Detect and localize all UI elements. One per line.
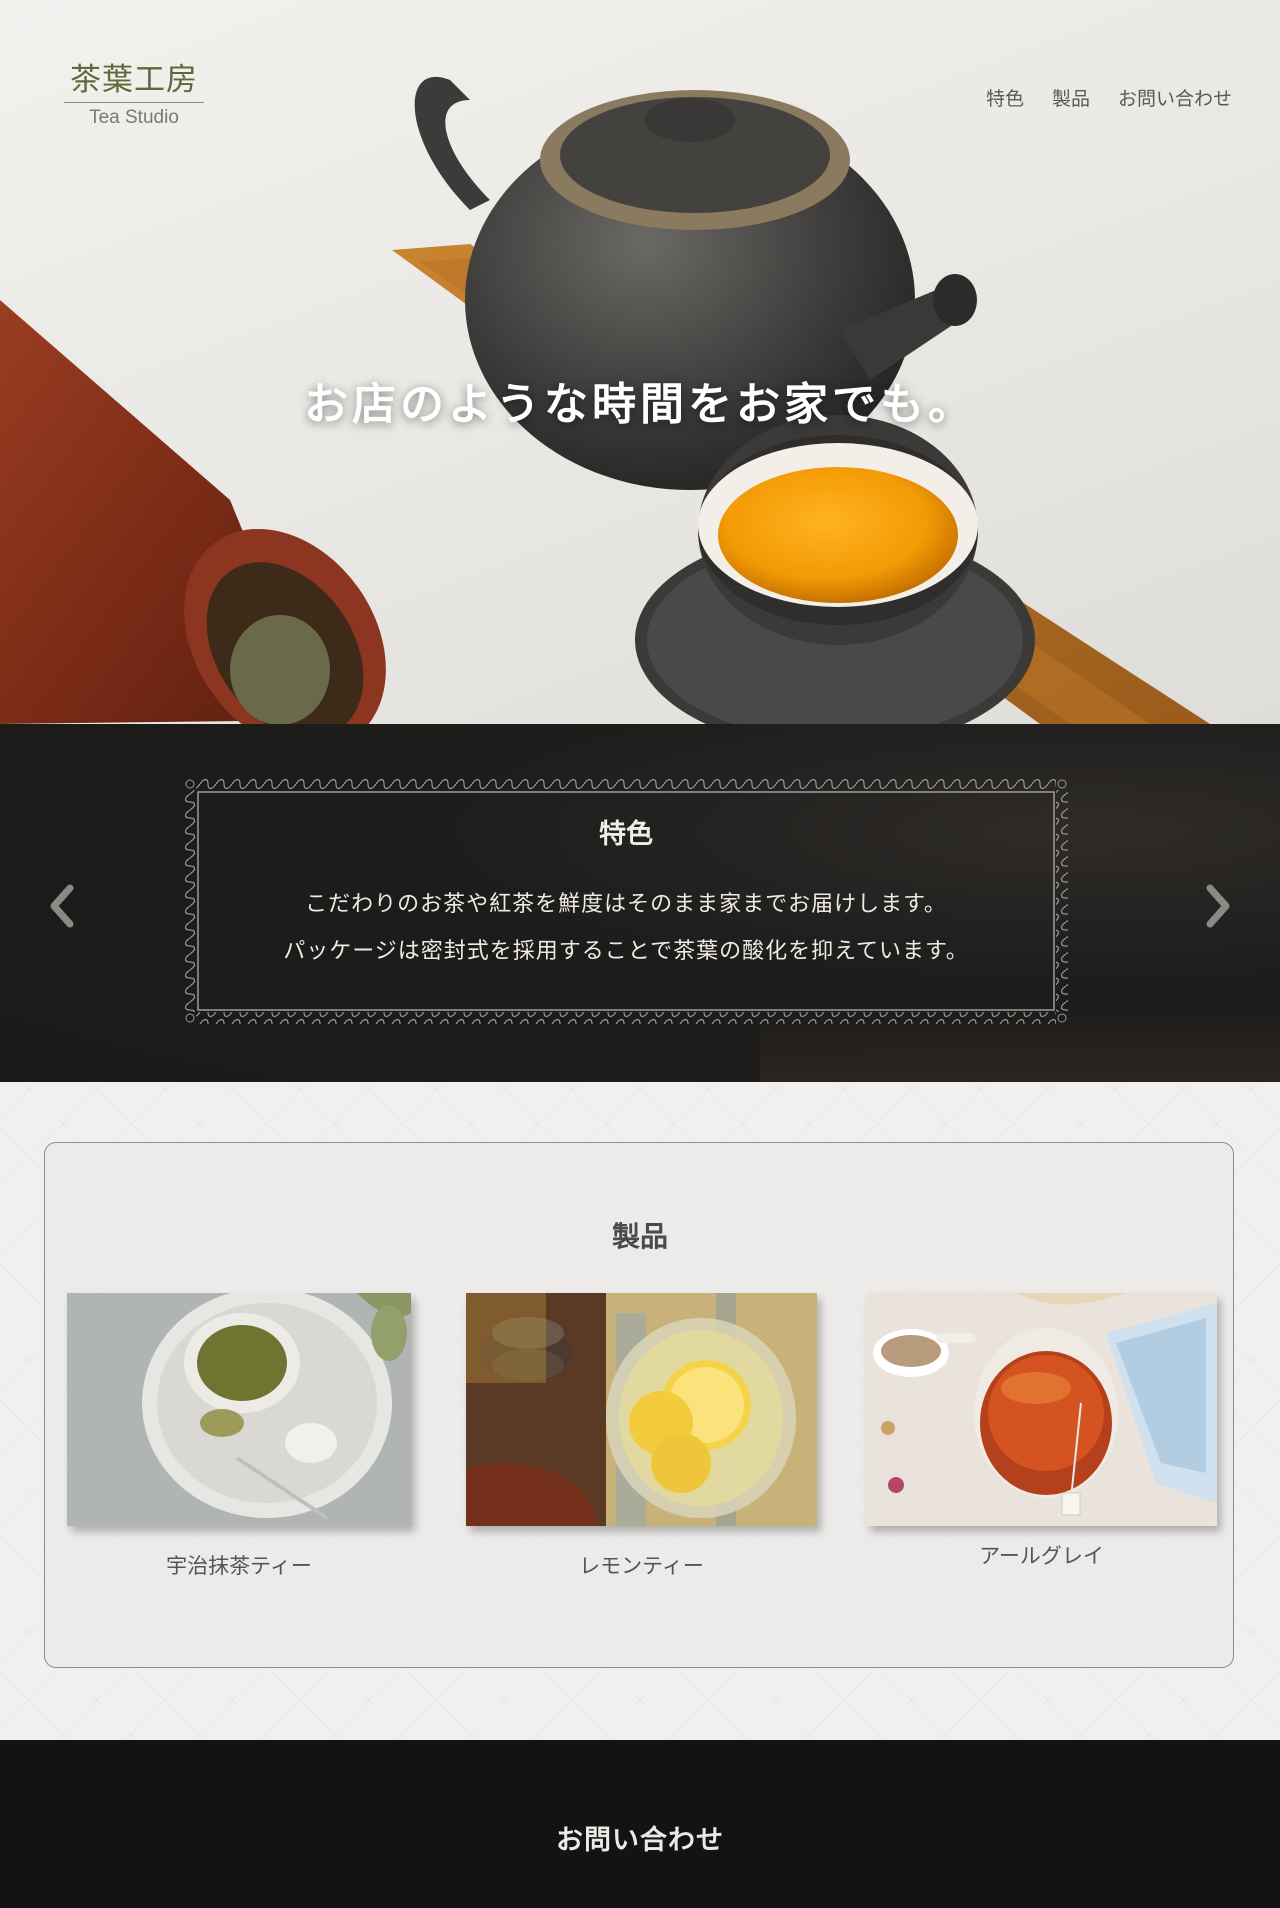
feature-ornamental-frame: 特色 こだわりのお茶や紅茶を鮮度はそのまま家までお届けします。 パッケージは密封… — [184, 778, 1068, 1024]
contact-footer: お問い合わせ — [0, 1740, 1280, 1908]
products-title: 製品 — [611, 1220, 668, 1253]
nav-item-features[interactable]: 特色 — [986, 84, 1024, 111]
chevron-right-icon[interactable] — [1196, 882, 1236, 930]
site-logo[interactable]: 茶葉工房 Tea Studio — [64, 60, 204, 129]
product-card-lemon[interactable]: レモンティー — [466, 1293, 817, 1580]
main-nav: 特色 製品 お問い合わせ — [986, 84, 1232, 111]
logo-english-text: Tea Studio — [89, 107, 179, 128]
lemon-tea-photo[interactable] — [466, 1293, 817, 1526]
product-card-matcha[interactable]: 宇治抹茶ティー — [67, 1293, 411, 1580]
feature-description-line-2: パッケージは密封式を採用することで茶葉の酸化を抑えています。 — [283, 939, 969, 964]
hero-headline: お店のような時間をお家でも。 — [304, 379, 976, 430]
products-panel: 製品 宇治抹茶ティー レモンティー アールグレイ — [44, 1142, 1234, 1668]
contact-title[interactable]: お問い合わせ — [0, 1818, 1280, 1857]
matcha-tea-photo[interactable] — [67, 1293, 411, 1526]
hero-section: 茶葉工房 Tea Studio 特色 製品 お問い合わせ お店のような時間をお家… — [0, 0, 1280, 724]
chevron-left-icon[interactable] — [44, 882, 84, 930]
feature-section: 特色 こだわりのお茶や紅茶を鮮度はそのまま家までお届けします。 パッケージは密封… — [0, 724, 1280, 1082]
nav-item-contact[interactable]: お問い合わせ — [1118, 84, 1232, 111]
logo-japanese-text: 茶葉工房 — [70, 62, 198, 98]
logo-divider — [64, 102, 204, 103]
products-section: 製品 宇治抹茶ティー レモンティー アールグレイ — [0, 1082, 1280, 1740]
earl-grey-photo[interactable] — [866, 1293, 1217, 1526]
nav-item-products[interactable]: 製品 — [1052, 84, 1090, 111]
product-name-earl-grey[interactable]: アールグレイ — [866, 1540, 1217, 1570]
product-name-matcha[interactable]: 宇治抹茶ティー — [67, 1550, 411, 1580]
product-card-earl-grey[interactable]: アールグレイ — [866, 1293, 1217, 1570]
feature-title: 特色 — [599, 819, 653, 850]
feature-description-line-1: こだわりのお茶や紅茶を鮮度はそのまま家までお届けします。 — [305, 892, 947, 917]
product-name-lemon[interactable]: レモンティー — [466, 1550, 817, 1580]
